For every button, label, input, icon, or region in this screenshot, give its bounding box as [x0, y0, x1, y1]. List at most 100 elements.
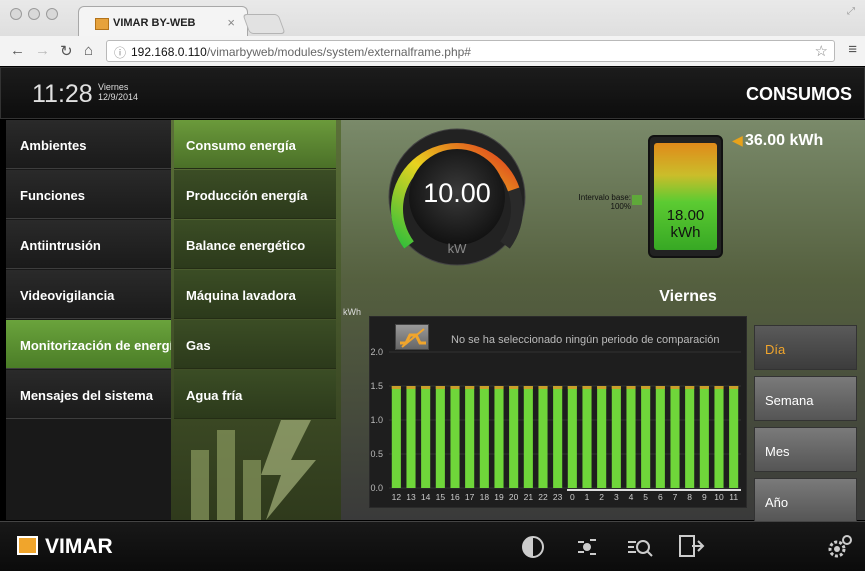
interval-label-line2: 100%	[610, 202, 631, 211]
submenu-item-produccion-energia[interactable]: Producción energía	[174, 170, 336, 219]
gauge-unit: kW	[447, 241, 467, 256]
submenu-item-balance-energetico[interactable]: Balance energético	[174, 220, 336, 269]
chart-bar[interactable]	[670, 386, 680, 488]
home-icon[interactable]: ⌂	[84, 42, 93, 59]
chart-bar-cap	[406, 386, 416, 389]
address-bar[interactable]: ⓘ 192.168.0.110/vimarbyweb/modules/syste…	[106, 40, 835, 62]
chart-bar-cap	[626, 386, 636, 389]
x-tick-label: 22	[538, 492, 548, 502]
chart-bar[interactable]	[611, 386, 621, 488]
interval-indicator	[632, 195, 642, 205]
max-consumption-value: 36.00 kWh	[745, 132, 824, 149]
contrast-icon[interactable]	[518, 532, 548, 562]
chart-bar[interactable]	[626, 386, 636, 488]
consumption-panel: 10.00 kW ◀ 36.00 kWh Intervalo base: 100…	[341, 120, 865, 523]
chart-bar[interactable]	[421, 386, 431, 488]
bookmark-star-icon[interactable]: ☆	[815, 42, 828, 60]
submenu-item-maquina-lavadora[interactable]: Máquina lavadora	[174, 270, 336, 319]
submenu-item-consumo-energia[interactable]: Consumo energía	[174, 120, 336, 169]
chart-bar[interactable]	[655, 386, 665, 488]
x-tick-label: 12	[392, 492, 402, 502]
x-tick-label: 7	[673, 492, 678, 502]
reload-icon[interactable]: ↻	[60, 42, 73, 60]
battery-value-number: 18.00	[666, 207, 705, 224]
max-indicator-arrow-icon: ◀	[732, 132, 743, 148]
chart-bar[interactable]	[435, 386, 445, 488]
settings-icon[interactable]	[824, 532, 854, 562]
chart-bar[interactable]	[729, 386, 739, 488]
interval-label-line1: Intervalo base:	[578, 193, 631, 202]
browser-tab[interactable]: VIMAR BY-WEB ×	[78, 6, 248, 36]
x-tick-label: 17	[465, 492, 475, 502]
export-icon[interactable]	[676, 532, 706, 562]
submenu-item-gas[interactable]: Gas	[174, 320, 336, 369]
app-header: 11:28 Viernes 12/9/2014 CONSUMOS	[0, 67, 865, 119]
chart-bar[interactable]	[479, 386, 489, 488]
chart-bar[interactable]	[391, 386, 401, 488]
chart-bar[interactable]	[567, 386, 577, 488]
x-tick-label: 19	[494, 492, 504, 502]
chart-bar[interactable]	[685, 386, 695, 488]
chart-bar-cap	[538, 386, 548, 389]
menu-item-antiintrusion[interactable]: Antiintrusión	[6, 220, 171, 269]
menu-item-videovigilancia[interactable]: Videovigilancia	[6, 270, 171, 319]
menu-item-monitorizacion-energia[interactable]: Monitorización de energía	[6, 320, 171, 369]
chart-bar[interactable]	[582, 386, 592, 488]
chart-bar-cap	[494, 386, 504, 389]
back-icon[interactable]: ←	[10, 42, 25, 59]
chart-bar-cap	[699, 386, 709, 389]
period-year-button[interactable]: Año	[754, 478, 857, 523]
close-window-icon[interactable]	[10, 8, 22, 20]
clock: 11:28	[32, 80, 93, 108]
period-month-button[interactable]: Mes	[754, 427, 857, 472]
chart-bar[interactable]	[641, 386, 651, 488]
x-tick-label: 6	[658, 492, 663, 502]
chart-bar[interactable]	[699, 386, 709, 488]
app: 11:28 Viernes 12/9/2014 CONSUMOS Ambient…	[0, 67, 865, 571]
chart-bar[interactable]	[523, 386, 533, 488]
y-tick-label: 0.0	[370, 483, 383, 493]
chart-bar[interactable]	[494, 386, 504, 488]
chart-bar-cap	[655, 386, 665, 389]
chart-bar-cap	[450, 386, 460, 389]
chart-bar[interactable]	[406, 386, 416, 488]
page-title: CONSUMOS	[745, 84, 852, 104]
x-tick-label: 8	[687, 492, 692, 502]
x-tick-label: 2	[599, 492, 604, 502]
chart-bar[interactable]	[450, 386, 460, 488]
period-day-button[interactable]: Día	[754, 325, 857, 370]
compare-period-button[interactable]	[395, 324, 429, 350]
minimize-window-icon[interactable]	[28, 8, 40, 20]
page-info-icon[interactable]: ⓘ	[114, 44, 126, 61]
period-week-button[interactable]: Semana	[754, 376, 857, 421]
menu-item-mensajes-sistema[interactable]: Mensajes del sistema	[6, 370, 171, 419]
menu-item-funciones[interactable]: Funciones	[6, 170, 171, 219]
chart-bar[interactable]	[465, 386, 475, 488]
tab-title: VIMAR BY-WEB	[113, 17, 196, 29]
x-tick-label: 23	[553, 492, 563, 502]
chart-bar-cap	[729, 386, 739, 389]
zoom-window-icon[interactable]	[46, 8, 58, 20]
chart-bar[interactable]	[597, 386, 607, 488]
submenu-item-agua-fria[interactable]: Agua fría	[174, 370, 336, 419]
new-tab-button[interactable]	[242, 14, 286, 34]
energy-search-icon[interactable]	[624, 532, 654, 562]
chart-bar[interactable]	[714, 386, 724, 488]
chart-bar[interactable]	[509, 386, 519, 488]
scenario-icon[interactable]	[572, 532, 602, 562]
tab-close-icon[interactable]: ×	[227, 15, 235, 30]
menu-item-ambientes[interactable]: Ambientes	[6, 120, 171, 169]
chart-bar-cap	[685, 386, 695, 389]
browser-menu-icon[interactable]: ≡	[848, 41, 857, 58]
forward-icon[interactable]: →	[35, 42, 50, 59]
chart-bar-cap	[597, 386, 607, 389]
x-tick-label: 14	[421, 492, 431, 502]
chart-bar[interactable]	[538, 386, 548, 488]
url-text[interactable]: 192.168.0.110/vimarbyweb/modules/system/…	[131, 45, 471, 59]
chart-bar[interactable]	[553, 386, 563, 488]
fullscreen-icon[interactable]: ⤢	[847, 6, 855, 17]
chart-bar-cap	[641, 386, 651, 389]
vimar-favicon-icon	[95, 18, 109, 30]
chart-bar-cap	[582, 386, 592, 389]
chart-bar-cap	[714, 386, 724, 389]
